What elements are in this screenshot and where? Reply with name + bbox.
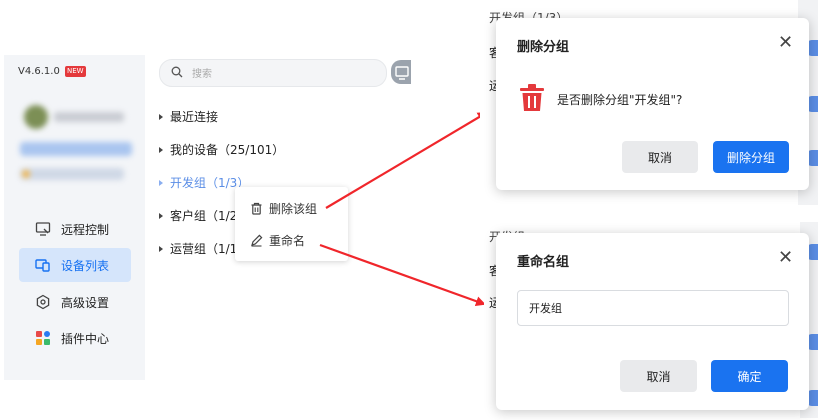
dialog-title: 删除分组 (517, 40, 570, 55)
rename-group-dialog: 重命名组 ✕ 取消 确定 (496, 233, 809, 410)
tree-item-ops-group[interactable]: 运营组（1/1 (159, 240, 237, 257)
cancel-button[interactable]: 取消 (620, 360, 697, 392)
close-icon[interactable]: ✕ (778, 249, 793, 267)
trash-warning-icon (520, 84, 544, 111)
sidebar-item-plugin-center[interactable]: 插件中心 (19, 321, 131, 355)
sidebar-item-remote-control[interactable]: 远程控制 (19, 212, 131, 246)
trash-icon (251, 202, 262, 215)
context-menu: 删除该组 重命名 (235, 187, 348, 261)
dialog-message: 是否删除分组"开发组"? (557, 93, 683, 107)
sidebar-item-device-list[interactable]: 设备列表 (19, 248, 131, 282)
settings-icon (36, 294, 50, 310)
version-label: V4.6.1.0 (18, 66, 60, 77)
cancel-button[interactable]: 取消 (622, 141, 698, 173)
search-input[interactable] (190, 64, 374, 84)
caret-right-icon (159, 179, 163, 186)
sidebar-item-label: 远程控制 (61, 222, 110, 237)
sidebar: V4.6.1.0 NEW 远程控制 设备列表 高级设置 插件中心 (4, 55, 145, 380)
sidebar-item-label: 设备列表 (61, 258, 110, 273)
menu-item-label: 重命名 (269, 233, 306, 248)
close-icon[interactable]: ✕ (778, 34, 793, 52)
menu-item-label: 删除该组 (269, 201, 318, 216)
avatar (24, 105, 48, 129)
user-profile-blurred[interactable] (20, 100, 135, 186)
caret-right-icon (159, 113, 163, 120)
sidebar-item-advanced-settings[interactable]: 高级设置 (19, 285, 131, 319)
search-icon (171, 66, 183, 78)
menu-item-rename[interactable]: 重命名 (235, 229, 348, 251)
caret-right-icon (159, 212, 163, 219)
tree-item-customer-group[interactable]: 客户组（1/2 (159, 207, 237, 224)
caret-right-icon (159, 146, 163, 153)
confirm-button[interactable]: 确定 (711, 360, 788, 392)
tree-item-my-devices[interactable]: 我的设备（25/101） (159, 141, 284, 158)
device-list-icon (35, 259, 50, 272)
sidebar-item-label: 插件中心 (61, 331, 110, 346)
monitor-icon[interactable] (391, 60, 411, 84)
dialog-title: 重命名组 (517, 255, 570, 270)
menu-item-delete-group[interactable]: 删除该组 (235, 197, 348, 219)
pencil-icon (251, 234, 263, 247)
remote-control-icon (35, 222, 51, 236)
sidebar-item-label: 高级设置 (61, 295, 110, 310)
delete-group-dialog: 删除分组 ✕ 是否删除分组"开发组"? 取消 删除分组 (496, 18, 809, 190)
caret-right-icon (159, 245, 163, 252)
new-badge: NEW (65, 66, 86, 77)
tree-item-recent[interactable]: 最近连接 (159, 108, 218, 125)
delete-group-button[interactable]: 删除分组 (713, 141, 789, 173)
plugin-icon (36, 331, 50, 345)
search-box (159, 59, 387, 87)
group-name-input[interactable] (517, 290, 789, 326)
